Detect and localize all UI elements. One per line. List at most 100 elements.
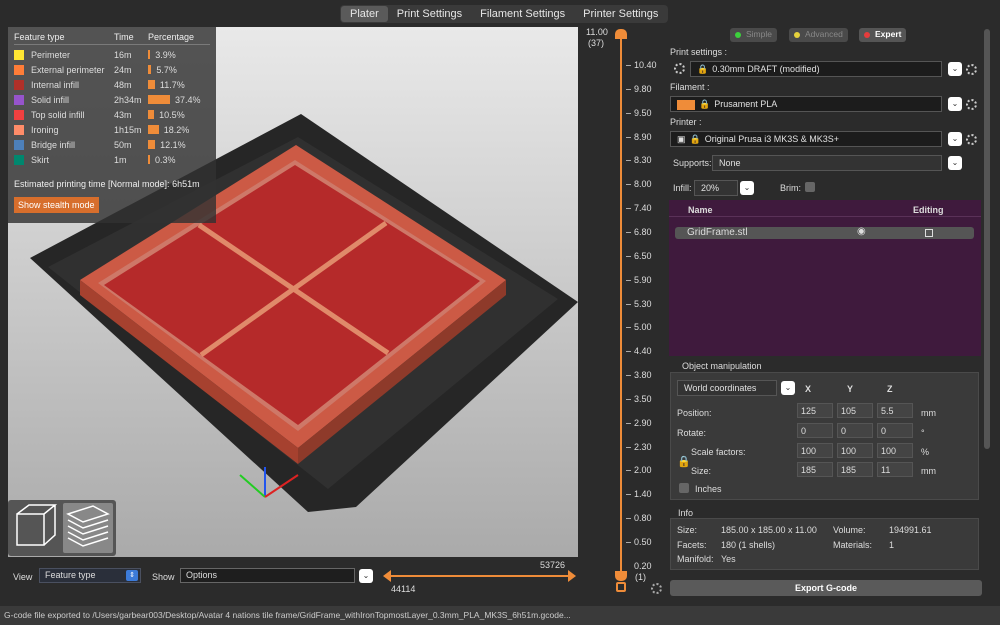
print-settings-dropdown-icon[interactable]: ⌄ <box>948 62 962 76</box>
export-gcode-button[interactable]: Export G-code <box>670 580 982 596</box>
position-y-input[interactable]: 105 <box>837 403 873 418</box>
estimated-time-value: 6h51m <box>172 179 200 189</box>
legend-color-swatch <box>14 64 24 75</box>
info-manifold-label: Manifold: <box>677 554 714 564</box>
lock-icon[interactable] <box>616 582 626 592</box>
slider-tick-label: 1.40 <box>634 489 652 500</box>
mode-advanced-button[interactable]: Advanced <box>789 28 848 42</box>
print-settings-cog-icon[interactable] <box>674 63 685 74</box>
legend-percentage: 37.4% <box>175 94 201 105</box>
tab-print-settings[interactable]: Print Settings <box>388 6 471 22</box>
position-z-input[interactable]: 5.5 <box>877 403 913 418</box>
infill-dropdown-icon[interactable]: ⌄ <box>740 181 754 195</box>
printer-edit-icon[interactable] <box>966 134 977 145</box>
coordinate-dropdown-icon[interactable]: ⌄ <box>781 381 795 395</box>
3d-view-icon[interactable] <box>16 504 58 546</box>
position-x-input[interactable]: 125 <box>797 403 833 418</box>
slider-tick-label: 3.80 <box>634 370 652 381</box>
object-row-gridframe[interactable]: GridFrame.stl ◉ <box>675 226 974 239</box>
slider-tick-label: 3.50 <box>634 393 652 404</box>
filament-label: Filament : <box>670 82 710 92</box>
horizontal-slider-track[interactable] <box>388 575 571 577</box>
legend-percentage: 5.7% <box>156 64 177 75</box>
printer-dropdown-icon[interactable]: ⌄ <box>948 132 962 146</box>
layer-slider-top-thumb[interactable] <box>615 29 627 39</box>
slider-tick-mark <box>626 65 631 66</box>
scale-z-input[interactable]: 100 <box>877 443 913 458</box>
legend-percentage-bar <box>148 95 170 104</box>
settings-cog-icon[interactable] <box>651 583 662 594</box>
rotate-y-input[interactable]: 0 <box>837 423 873 438</box>
printer-label: Printer : <box>670 117 702 127</box>
slider-tick-label: 6.80 <box>634 226 652 237</box>
filament-dropdown-icon[interactable]: ⌄ <box>948 97 962 111</box>
scale-x-input[interactable]: 100 <box>797 443 833 458</box>
supports-dropdown-icon[interactable]: ⌄ <box>948 156 962 170</box>
show-stealth-mode-button[interactable]: Show stealth mode <box>14 197 99 213</box>
scale-factors-label: Scale factors: <box>691 447 746 457</box>
visibility-eye-icon[interactable]: ◉ <box>857 226 866 237</box>
size-y-input[interactable]: 185 <box>837 462 873 477</box>
scale-unit: % <box>921 447 930 457</box>
legend-color-swatch <box>14 94 24 105</box>
layer-slider-bottom-thumb[interactable] <box>615 571 627 581</box>
lock-icon: 🔒 <box>699 99 711 109</box>
filament-edit-icon[interactable] <box>966 99 977 110</box>
legend-percentage-bar <box>148 80 155 89</box>
show-options-dropdown-icon[interactable]: ⌄ <box>359 569 373 583</box>
inches-checkbox[interactable] <box>679 483 689 493</box>
view-select[interactable]: Feature type ⇕ <box>39 568 141 583</box>
legend-row: Internal infill 48m 11.7% <box>14 77 210 92</box>
view-toggle[interactable] <box>8 500 116 556</box>
horizontal-slider-left-thumb[interactable] <box>383 570 391 582</box>
edit-object-icon[interactable] <box>925 229 933 237</box>
slider-tick-label: 8.00 <box>634 179 652 190</box>
rotate-z-input[interactable]: 0 <box>877 423 913 438</box>
info-facets-label: Facets: <box>677 540 707 550</box>
slider-tick-label: 2.00 <box>634 465 652 476</box>
layer-slider[interactable]: 11.00 (37) 10.40 9.80 9.50 8.90 8.30 8.00 7.40… <box>580 27 665 597</box>
printer-select[interactable]: ▣ 🔒 Original Prusa i3 MK3S & MK3S+ <box>670 131 942 147</box>
rotate-x-input[interactable]: 0 <box>797 423 833 438</box>
slider-tick-label: 8.30 <box>634 155 652 166</box>
sidebar-scrollbar[interactable] <box>984 29 990 449</box>
filament-select[interactable]: 🔒 Prusament PLA <box>670 96 942 112</box>
size-x-input[interactable]: 185 <box>797 462 833 477</box>
coordinate-system-select[interactable]: World coordinates <box>677 380 777 396</box>
estimated-time-label: Estimated printing time [Normal mode]: <box>14 179 170 189</box>
simple-dot-icon <box>735 32 741 38</box>
select-arrows-icon: ⇕ <box>126 570 138 581</box>
layer-slider-track[interactable] <box>620 33 622 578</box>
show-options-select[interactable]: Options <box>180 568 355 583</box>
info-facets-value: 180 (1 shells) <box>721 540 776 550</box>
scale-lock-icon[interactable]: 🔒 <box>677 455 691 468</box>
legend-feature-name: Top solid infill <box>31 109 85 120</box>
scale-y-input[interactable]: 100 <box>837 443 873 458</box>
advanced-dot-icon <box>794 32 800 38</box>
mode-expert-button[interactable]: Expert <box>859 28 907 42</box>
size-unit: mm <box>921 466 936 476</box>
legend-percentage-bar <box>148 50 151 59</box>
tab-filament-settings[interactable]: Filament Settings <box>471 6 574 22</box>
size-z-input[interactable]: 11 <box>877 462 913 477</box>
tab-printer-settings[interactable]: Printer Settings <box>574 6 667 22</box>
legend-header-percentage: Percentage <box>148 32 195 42</box>
mode-simple-button[interactable]: Simple <box>730 28 777 42</box>
legend-header-feature: Feature type <box>14 32 65 42</box>
tab-plater[interactable]: Plater <box>341 6 388 22</box>
print-settings-edit-icon[interactable] <box>966 64 977 75</box>
horizontal-slider-right-thumb[interactable] <box>568 570 576 582</box>
print-settings-select[interactable]: 🔒 0.30mm DRAFT (modified) <box>690 61 942 77</box>
status-bar: G-code file exported to /Users/garbear00… <box>0 606 1000 625</box>
slider-tick-label: 5.90 <box>634 274 652 285</box>
legend-row: Perimeter 16m 3.9% <box>14 47 210 62</box>
brim-checkbox[interactable] <box>805 182 815 192</box>
slider-tick-mark <box>626 231 631 233</box>
object-manipulation-title: Object manipulation <box>682 361 762 371</box>
info-materials-label: Materials: <box>833 540 873 550</box>
infill-select[interactable]: 20% <box>694 180 738 196</box>
legend-color-swatch <box>14 79 24 90</box>
slider-bottom-value: 0.20 <box>634 561 652 571</box>
axis-x-header: X <box>805 384 812 394</box>
supports-select[interactable]: None <box>712 155 942 171</box>
